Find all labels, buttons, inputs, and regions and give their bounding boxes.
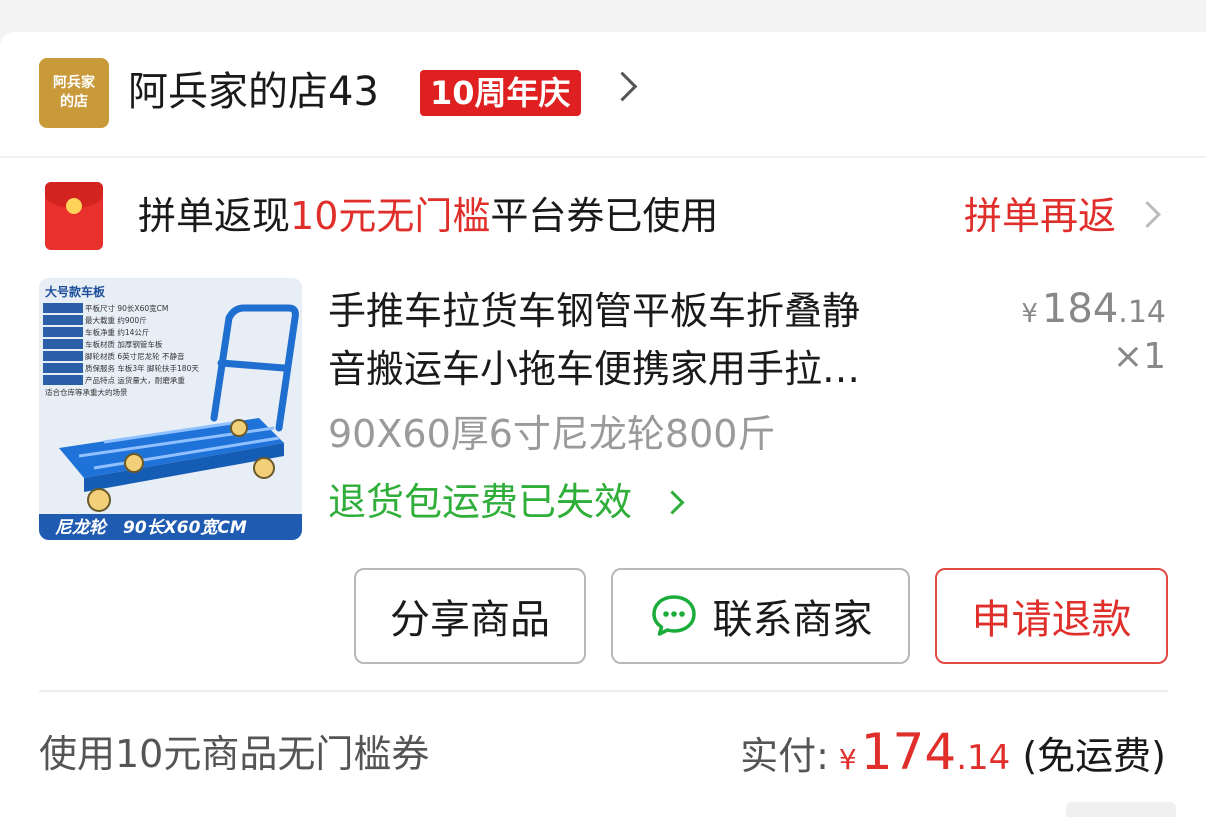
image-spec: 产品特点 运货量大，耐磨承重 — [85, 375, 185, 385]
promo-suffix: 平台券已使用 — [490, 194, 719, 238]
order-card: 阿兵家 的店 阿兵家的店43 10周年庆 拼单返现10元无门槛平台券已使用 拼单… — [0, 32, 1206, 817]
paid-decimal: .14 — [956, 738, 1011, 778]
price-currency: ¥ — [1021, 299, 1038, 329]
product-thumbnail[interactable]: 大号款车板 平板尺寸 90长X60宽CM 最大载重 约900斤 车板净重 约14… — [39, 278, 302, 540]
image-spec: 平板尺寸 90长X60宽CM — [85, 303, 168, 313]
shop-logo-text-1: 阿兵家 — [53, 75, 95, 91]
image-spec: 最大载重 约900斤 — [85, 315, 147, 325]
image-spec: 质保服务 车板3年 脚轮扶手180天 — [85, 363, 199, 373]
coupon-used-text: 使用10元商品无门槛券 — [39, 732, 430, 776]
amount-paid: 实付: ¥174.14 (免运费) — [740, 726, 1166, 786]
contact-seller-button[interactable]: 联系商家 — [611, 568, 910, 664]
shop-header[interactable]: 阿兵家 的店 阿兵家的店43 10周年庆 — [0, 32, 1206, 158]
shop-logo-text-2: 的店 — [60, 94, 88, 110]
chevron-right-icon[interactable] — [607, 71, 638, 102]
paid-currency: ¥ — [838, 743, 857, 776]
product-spec: 90X60厚6寸尼龙轮800斤 — [328, 412, 776, 456]
product-title[interactable]: 手推车拉货车钢管平板车折叠静 音搬运车小拖车便携家用手拉… — [328, 282, 968, 398]
shipping-note: (免运费) — [1010, 734, 1166, 778]
anniversary-badge: 10周年庆 — [420, 70, 581, 116]
shop-name[interactable]: 阿兵家的店43 — [128, 68, 379, 116]
next-section-hint — [1066, 802, 1176, 817]
promo-prefix: 拼单返现 — [138, 194, 291, 238]
price-integer: 184 — [1041, 286, 1119, 332]
promo-highlight: 10元无门槛 — [290, 194, 491, 238]
red-packet-icon — [45, 182, 103, 250]
image-spec: 车板净重 约14公斤 — [85, 327, 149, 337]
share-product-button[interactable]: 分享商品 — [354, 568, 586, 664]
return-shipping-note[interactable]: 退货包运费已失效 — [328, 478, 632, 526]
product-title-line-2: 音搬运车小拖车便携家用手拉… — [328, 347, 861, 391]
top-spacer — [0, 0, 1206, 32]
image-spec: 脚轮材质 6英寸尼龙轮 不静音 — [85, 351, 185, 361]
shop-logo: 阿兵家 的店 — [39, 58, 109, 128]
image-caption: 尼龙轮 90长X60宽CM — [55, 518, 247, 538]
chat-bubble-icon — [651, 595, 696, 636]
promo-banner[interactable]: 拼单返现10元无门槛平台券已使用 拼单再返 — [0, 158, 1206, 276]
request-refund-button[interactable]: 申请退款 — [935, 568, 1168, 664]
product-quantity: ×1 — [1112, 336, 1166, 377]
chevron-right-icon[interactable] — [1134, 201, 1161, 228]
product-title-line-1: 手推车拉货车钢管平板车折叠静 — [328, 289, 861, 333]
promo-text: 拼单返现10元无门槛平台券已使用 — [138, 192, 718, 240]
image-spec: 车板材质 加厚钢管车板 — [85, 339, 163, 349]
chevron-right-icon[interactable] — [660, 490, 685, 515]
paid-integer: 174 — [860, 723, 957, 781]
price-decimal: .14 — [1118, 295, 1166, 330]
contact-seller-label: 联系商家 — [712, 597, 873, 643]
promo-action-link[interactable]: 拼单再返 — [964, 192, 1116, 240]
product-price: ¥184.14 — [1021, 286, 1166, 332]
divider — [39, 690, 1168, 692]
image-spec: 适合仓库等承重大的场景 — [45, 387, 128, 397]
image-tag: 大号款车板 — [45, 284, 106, 299]
paid-label: 实付: — [740, 734, 829, 778]
